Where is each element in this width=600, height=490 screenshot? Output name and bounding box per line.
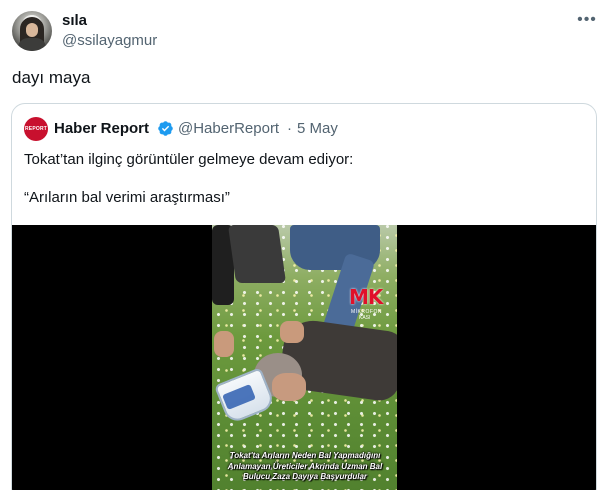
quoted-tweet[interactable]: REPORT Haber Report @HaberReport · 5 May… (11, 103, 597, 490)
channel-logo: MK MİKROFON KASI (349, 285, 385, 321)
quoted-avatar[interactable]: REPORT (24, 117, 48, 141)
quoted-text-quote: “Arıların bal verimi araştırması” (24, 189, 230, 206)
video-caption: Tokat'ta Arıların Neden Bal Yapmadığını … (227, 451, 383, 481)
quoted-handle[interactable]: @HaberReport (178, 120, 279, 137)
quoted-text-line: Tokat’tan ilginç görüntüler gelmeye deva… (24, 151, 354, 168)
quoted-timestamp[interactable]: 5 May (297, 120, 338, 137)
separator-dot: · (287, 120, 292, 137)
tweet: sıla @ssilayagmur ••• dayı maya REPORT H… (0, 0, 600, 490)
video-player[interactable]: MK MİKROFON KASI Tokat'ta Arıların Neden… (12, 225, 596, 490)
more-horizontal-icon[interactable]: ••• (577, 12, 597, 28)
verified-badge-icon (158, 121, 173, 136)
user-avatar[interactable] (12, 11, 52, 51)
quoted-avatar-label: REPORT (24, 126, 48, 132)
quoted-display-name[interactable]: Haber Report (54, 120, 149, 137)
channel-logo-subtitle-2: KASI (359, 315, 371, 321)
tweet-text: dayı maya (12, 68, 91, 87)
channel-logo-text: MK (349, 285, 383, 309)
user-display-name[interactable]: sıla (62, 12, 87, 29)
video-frame: MK MİKROFON KASI Tokat'ta Arıların Neden… (212, 225, 397, 490)
user-handle[interactable]: @ssilayagmur (62, 32, 157, 49)
